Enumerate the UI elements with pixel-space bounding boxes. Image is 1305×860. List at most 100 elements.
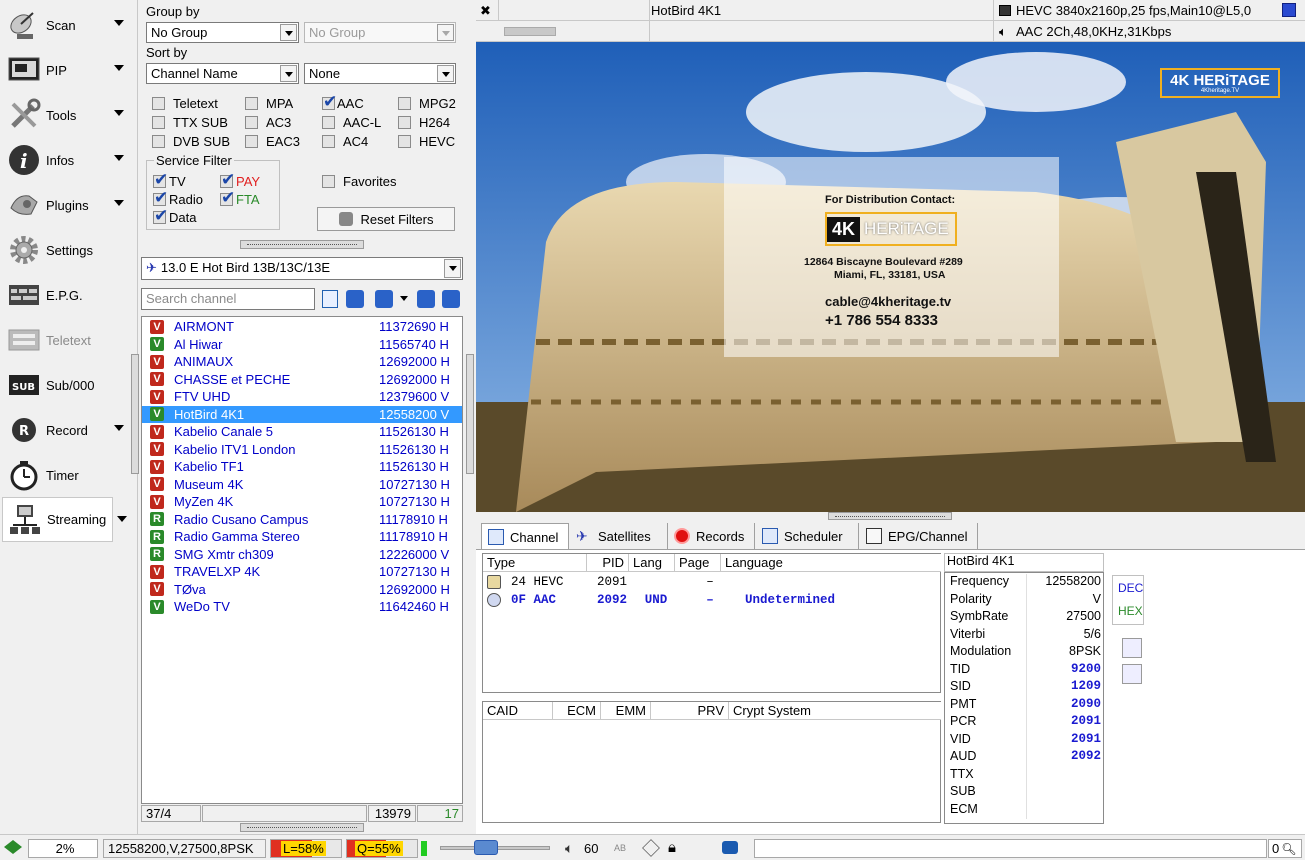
group-by-secondary-select[interactable]: No Group — [304, 22, 456, 43]
chevron-down-icon[interactable] — [280, 24, 297, 41]
panel-splitter-bottom[interactable] — [240, 823, 364, 832]
chevron-down-icon[interactable] — [280, 65, 297, 82]
satellite-select[interactable]: ✈ 13.0 E Hot Bird 13B/13C/13E — [141, 257, 463, 280]
channel-row[interactable]: V ANIMAUX 12692000 H — [142, 353, 462, 371]
group-by-select[interactable]: No Group — [146, 22, 299, 43]
channel-row[interactable]: V FTV UHD 12379600 V — [142, 388, 462, 406]
left-splitter-handle[interactable] — [131, 354, 139, 474]
channel-row[interactable]: V TRAVELXP 4K 10727130 H — [142, 563, 462, 581]
search-input[interactable]: Search channel — [141, 288, 315, 310]
checkbox-checked[interactable] — [153, 170, 168, 190]
move-up-icon[interactable] — [442, 290, 460, 308]
sort-by-secondary-select[interactable]: None — [304, 63, 456, 84]
col-caid[interactable]: CAID — [483, 702, 553, 720]
filter-ac3-checkbox[interactable]: AC3 — [245, 114, 291, 130]
channel-row[interactable]: R SMG Xmtr ch309 12226000 V — [142, 546, 462, 564]
zoom-indicator[interactable]: 0 🔍︎ — [1268, 839, 1302, 858]
streaming-button[interactable]: Streaming — [2, 497, 113, 542]
filter-eac3-checkbox[interactable]: EAC3 — [245, 133, 300, 149]
camera-icon[interactable] — [722, 841, 738, 854]
col-page[interactable]: Page — [675, 554, 721, 572]
filter-dvbsub-checkbox[interactable]: DVB SUB — [152, 133, 230, 149]
pip-button[interactable]: PIP — [2, 49, 134, 91]
channel-row[interactable]: V Kabelio TF1 11526130 H — [142, 458, 462, 476]
chevron-down-icon[interactable] — [114, 110, 124, 116]
chevron-down-icon[interactable] — [114, 200, 124, 206]
checkbox-checked[interactable] — [220, 170, 235, 190]
service-data-checkbox[interactable]: Data — [153, 206, 196, 226]
filter-aac-checkbox[interactable]: AAC — [322, 92, 364, 112]
filter-mpa-checkbox[interactable]: MPA — [245, 95, 293, 111]
chevron-down-icon[interactable] — [117, 516, 127, 522]
favorites-checkbox[interactable]: Favorites — [322, 173, 396, 189]
checkbox-box[interactable] — [398, 134, 411, 148]
tab-records[interactable]: Records — [668, 523, 755, 549]
dec-button[interactable]: DEC — [1118, 581, 1143, 595]
video-preview[interactable]: 4K HERiTAGE 4Kheritage.TV For Distributi… — [476, 42, 1305, 512]
channel-row[interactable]: V Museum 4K 10727130 H — [142, 476, 462, 494]
chevron-down-icon[interactable] — [114, 425, 124, 431]
close-icon[interactable]: ✖ — [480, 3, 494, 18]
col-ecm[interactable]: ECM — [553, 702, 601, 720]
reset-filters-button[interactable]: Reset Filters — [317, 207, 455, 231]
fullscreen-icon[interactable] — [1282, 3, 1296, 17]
hex-button[interactable]: HEX — [1118, 604, 1143, 618]
channel-list[interactable]: V AIRMONT 11372690 H V Al Hiwar 11565740 H V AN… — [141, 316, 463, 804]
channel-row[interactable]: R Radio Cusano Campus 11178910 H — [142, 511, 462, 529]
checkbox-box[interactable] — [322, 115, 335, 129]
checkbox-checked[interactable] — [220, 188, 235, 208]
filter-teletext-checkbox[interactable]: Teletext — [152, 95, 218, 111]
channel-row[interactable]: R Radio Gamma Stereo 11178910 H — [142, 528, 462, 546]
checkbox-box[interactable] — [245, 134, 258, 148]
chevron-down-icon[interactable] — [444, 259, 461, 278]
crypt-table[interactable]: CAID ECM EMM PRV Crypt System — [482, 701, 941, 823]
channel-row[interactable]: V Kabelio ITV1 London 11526130 H — [142, 441, 462, 459]
speaker-icon[interactable]: 🔈︎ — [565, 840, 573, 857]
filter-h264-checkbox[interactable]: H264 — [398, 114, 450, 130]
filter-aacl-checkbox[interactable]: AAC-L — [322, 114, 381, 130]
list-view-icon[interactable] — [322, 290, 338, 308]
col-lang[interactable]: Lang — [629, 554, 675, 572]
filter-hevc-checkbox[interactable]: HEVC — [398, 133, 455, 149]
tools-button[interactable]: Tools — [2, 94, 134, 136]
chevron-down-icon[interactable] — [114, 155, 124, 161]
col-crypt-system[interactable]: Crypt System — [729, 702, 941, 720]
right-splitter-handle[interactable] — [466, 354, 474, 474]
scan-button[interactable]: Scan — [2, 4, 134, 46]
channel-row[interactable]: V Kabelio Canale 5 11526130 H — [142, 423, 462, 441]
col-type[interactable]: Type — [483, 554, 587, 572]
col-pid[interactable]: PID — [587, 554, 629, 572]
checkbox-box[interactable] — [152, 96, 165, 110]
volume-slider-thumb[interactable] — [473, 840, 498, 855]
checkbox-checked[interactable] — [153, 206, 168, 226]
channel-row[interactable]: V MyZen 4K 10727130 H — [142, 493, 462, 511]
checkbox-box[interactable] — [152, 115, 165, 129]
search-icon[interactable] — [1122, 664, 1142, 684]
tab-channel[interactable]: Channel — [481, 523, 569, 550]
sort-by-select[interactable]: Channel Name — [146, 63, 299, 84]
checkbox-box[interactable] — [245, 96, 258, 110]
chevron-down-icon[interactable] — [437, 65, 454, 82]
filter-ac4-checkbox[interactable]: AC4 — [322, 133, 368, 149]
lock-icon[interactable]: 🔒︎ — [668, 839, 676, 856]
checkbox-box[interactable] — [322, 134, 335, 148]
chevron-down-icon[interactable] — [400, 296, 408, 301]
plugins-button[interactable]: Plugins — [2, 184, 134, 226]
chevron-down-icon[interactable] — [114, 20, 124, 26]
clock-icon[interactable] — [346, 290, 364, 308]
col-prv[interactable]: PRV — [651, 702, 729, 720]
record-button[interactable]: R Record — [2, 409, 134, 451]
video-splitter[interactable] — [828, 512, 952, 520]
epg-button[interactable]: E.P.G. — [2, 274, 134, 316]
checkbox-box[interactable] — [398, 115, 411, 129]
col-emm[interactable]: EMM — [601, 702, 651, 720]
infos-button[interactable]: i Infos — [2, 139, 134, 181]
checkbox-box[interactable] — [322, 174, 335, 188]
timer-button[interactable]: Timer — [2, 454, 134, 496]
teletext-button[interactable]: Teletext — [2, 319, 134, 361]
checkbox-checked[interactable] — [322, 92, 337, 112]
tab-epg-channel[interactable]: EPG/Channel — [860, 523, 978, 549]
filter-ttxsub-checkbox[interactable]: TTX SUB — [152, 114, 228, 130]
channel-row[interactable]: V WeDo TV 11642460 H — [142, 598, 462, 616]
tag-icon[interactable] — [642, 839, 660, 857]
